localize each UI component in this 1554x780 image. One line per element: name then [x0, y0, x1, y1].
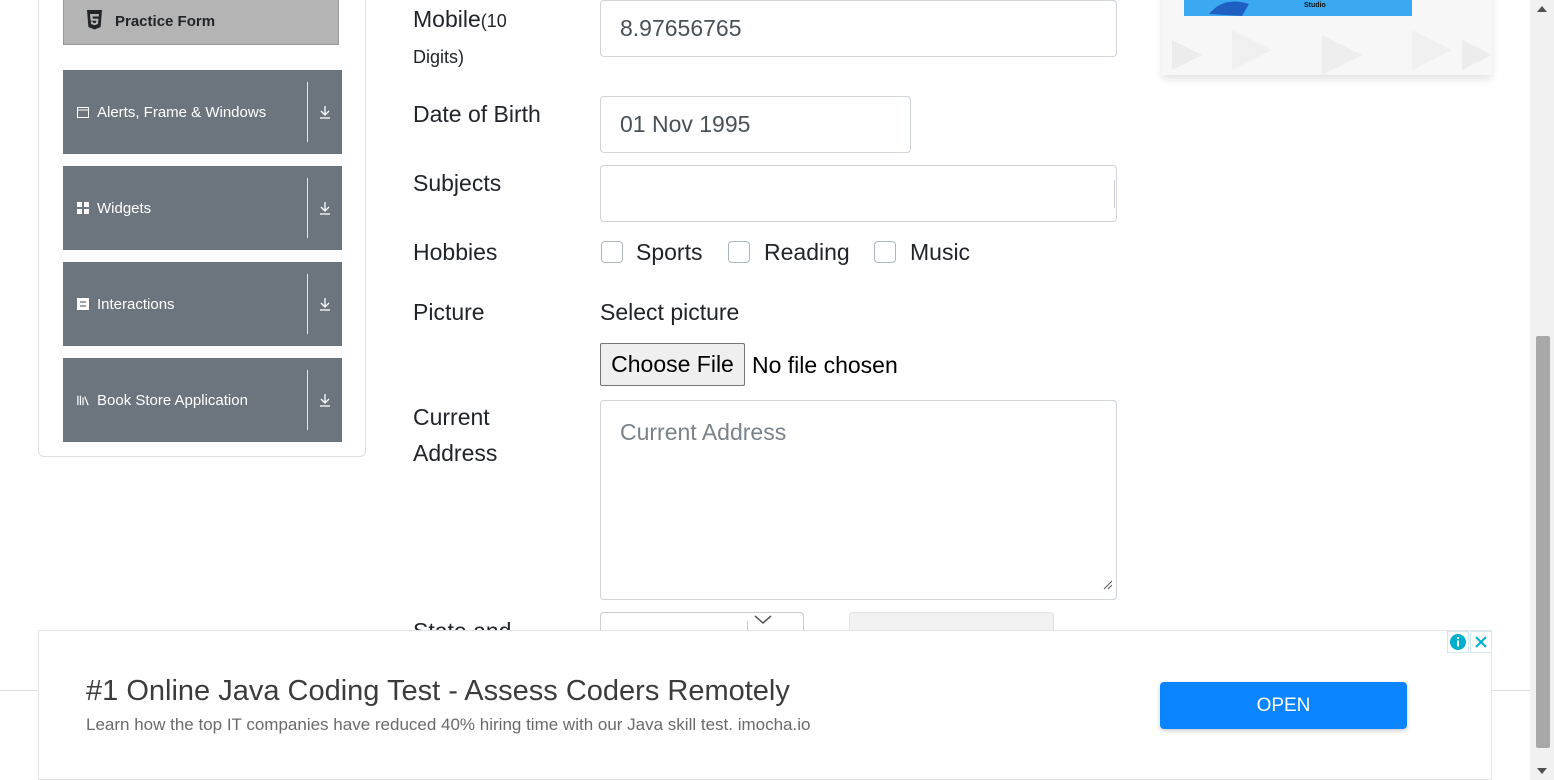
mobile-label: Mobile(10 — [413, 6, 507, 33]
address-placeholder: Current Address — [620, 419, 787, 445]
address-label-line1: Current — [413, 404, 490, 430]
reading-checkbox[interactable] — [728, 241, 750, 263]
ad-brand-text: Studio — [1304, 2, 1326, 9]
side-ad-image[interactable]: Studio — [1162, 0, 1492, 75]
sidebar-group-widgets[interactable]: Widgets — [63, 166, 342, 250]
list-icon — [77, 298, 89, 310]
dob-value: 01 Nov 1995 — [620, 111, 751, 137]
sidebar-group-alerts[interactable]: Alerts, Frame & Windows — [63, 70, 342, 154]
music-checkbox[interactable] — [874, 241, 896, 263]
group-label: Alerts, Frame & Windows — [97, 103, 267, 121]
subjects-input[interactable] — [600, 165, 1117, 222]
divider — [307, 274, 308, 334]
page-scrollbar[interactable] — [1530, 0, 1554, 780]
scroll-down-arrow-icon[interactable] — [1537, 768, 1547, 774]
window-icon — [77, 106, 89, 118]
sidebar-group-book-store[interactable]: Book Store Application — [63, 358, 342, 442]
chevron-down-icon[interactable] — [753, 613, 773, 631]
grid-icon — [77, 202, 89, 214]
state-select[interactable] — [600, 612, 804, 631]
picture-label: Picture — [413, 299, 485, 325]
mobile-value: 8.97656765 — [620, 15, 742, 41]
no-file-text: No file chosen — [752, 352, 898, 378]
choose-file-button[interactable]: Choose File — [600, 343, 745, 386]
scroll-up-arrow-icon[interactable] — [1537, 6, 1547, 12]
mobile-label-text: Mobile — [413, 6, 481, 32]
practice-form-label: Practice Form — [115, 13, 216, 30]
music-label[interactable]: Music — [910, 239, 970, 266]
ad-banner: Studio — [1184, 0, 1412, 16]
select-picture-label: Select picture — [600, 299, 740, 325]
download-icon[interactable] — [318, 392, 332, 408]
group-label: Book Store Application — [97, 391, 248, 409]
info-icon[interactable] — [1447, 631, 1469, 653]
scroll-thumb[interactable] — [1536, 336, 1550, 748]
input-caret — [1114, 180, 1115, 208]
group-label: Widgets — [97, 199, 152, 217]
state-label: State and — [413, 618, 511, 630]
resize-handle-icon[interactable] — [1103, 569, 1113, 596]
download-icon[interactable] — [318, 296, 332, 312]
dob-input[interactable]: 01 Nov 1995 — [600, 96, 911, 153]
sidebar-item-practice-form[interactable]: Practice Form — [63, 0, 339, 45]
download-icon[interactable] — [318, 200, 332, 216]
hobbies-label: Hobbies — [413, 239, 498, 265]
bottom-ad-banner[interactable]: #1 Online Java Coding Test - Assess Code… — [38, 630, 1492, 780]
subjects-label: Subjects — [413, 170, 502, 196]
mobile-hint-digits: Digits) — [413, 47, 465, 67]
sports-label[interactable]: Sports — [636, 239, 702, 266]
city-select[interactable] — [849, 612, 1054, 630]
ad-description: Learn how the top IT companies have redu… — [86, 715, 811, 734]
divider — [307, 370, 308, 430]
download-icon[interactable] — [318, 104, 332, 120]
group-label: Interactions — [97, 295, 175, 313]
ad-open-button[interactable]: OPEN — [1160, 682, 1407, 729]
ad-headline[interactable]: #1 Online Java Coding Test - Assess Code… — [86, 675, 790, 708]
sidebar-group-interactions[interactable]: Interactions — [63, 262, 342, 346]
address-label-line2: Address — [413, 440, 498, 466]
mobile-hint: (10 — [480, 11, 507, 31]
reading-label[interactable]: Reading — [764, 239, 850, 266]
books-icon — [77, 394, 89, 406]
sports-checkbox[interactable] — [601, 241, 623, 263]
state-label-clip: State and — [413, 612, 511, 630]
close-icon[interactable] — [1470, 631, 1492, 653]
divider — [307, 82, 308, 142]
dob-label: Date of Birth — [413, 101, 541, 127]
html5-icon — [86, 10, 103, 30]
current-address-textarea[interactable]: Current Address — [600, 400, 1117, 600]
divider — [307, 178, 308, 238]
mobile-input[interactable]: 8.97656765 — [600, 0, 1117, 57]
